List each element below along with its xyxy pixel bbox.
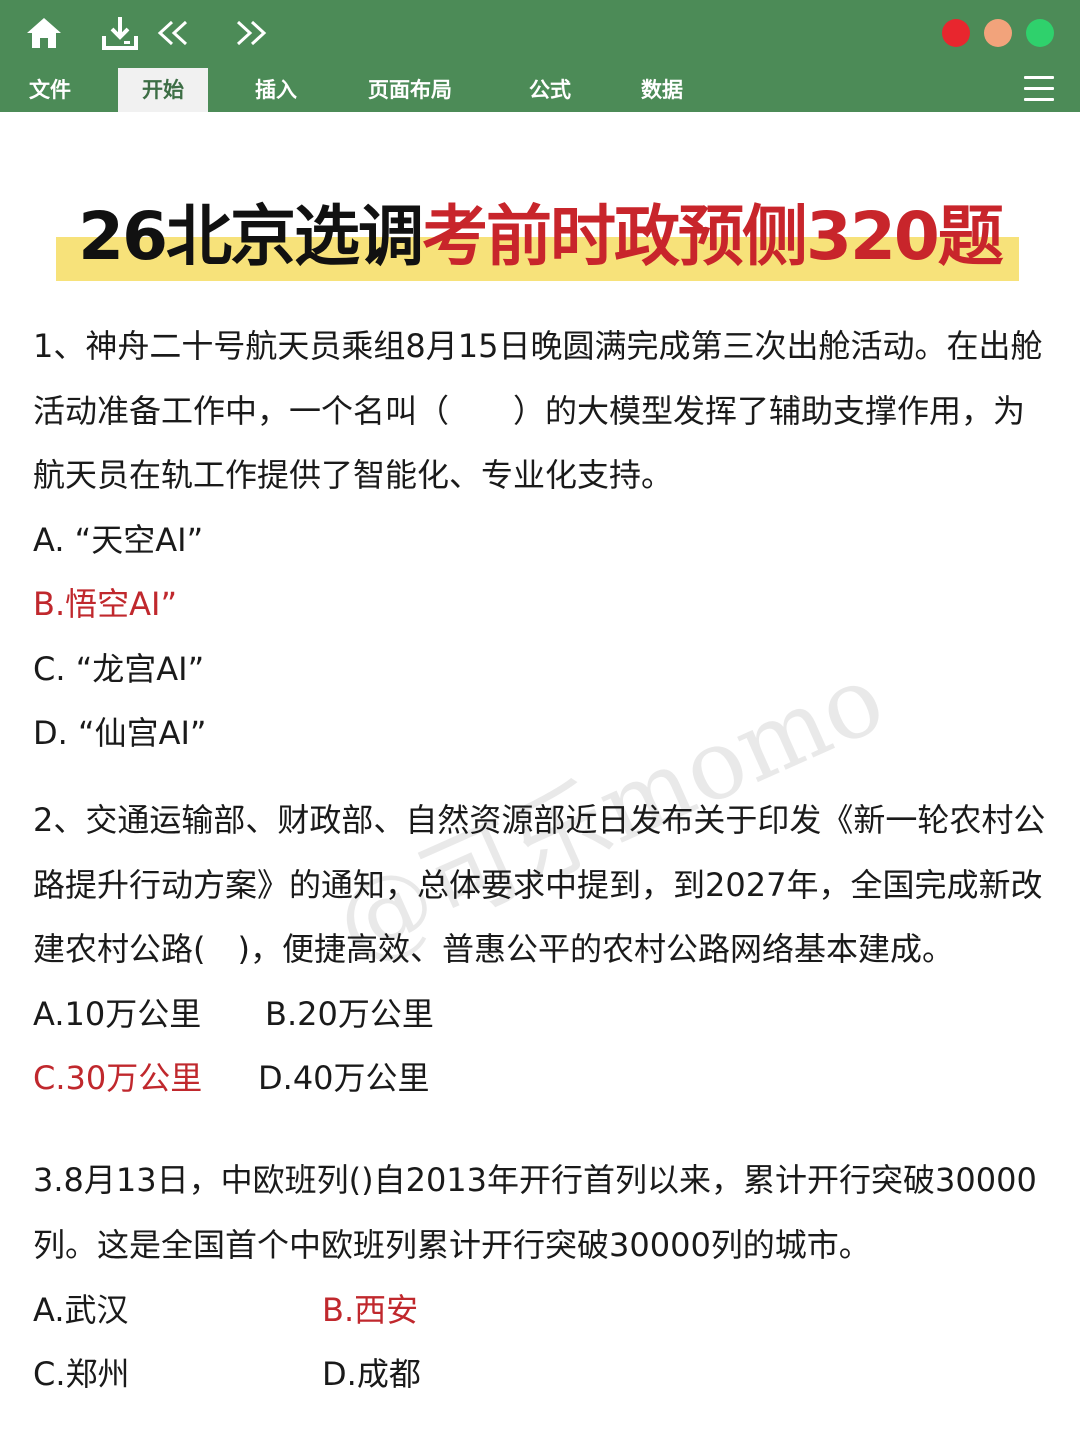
- question-1-option-d: D. “仙宫AI”: [33, 714, 207, 752]
- tab-page-layout[interactable]: 页面布局: [355, 68, 465, 112]
- forward-icon[interactable]: [228, 14, 272, 52]
- hamburger-menu-icon[interactable]: [1024, 76, 1054, 104]
- question-1-stem: 1、神舟二十号航天员乘组8月15日晚圆满完成第三次出舱活动。在出舱活动准备工作中…: [33, 327, 1043, 494]
- download-icon[interactable]: [100, 14, 140, 52]
- question-1-option-a: A. “天空AI”: [33, 521, 204, 559]
- question-2-stem: 2、交通运输部、财政部、自然资源部近日发布关于印发《新一轮农村公路提升行动方案》…: [33, 801, 1046, 968]
- title-part-red: 考前时政预侧320题: [422, 198, 1004, 275]
- tab-data[interactable]: 数据: [622, 68, 702, 112]
- title-part-black: 26北京选调: [78, 198, 424, 275]
- ribbon-tabs: 文件 开始 插入 页面布局 公式 数据: [0, 68, 1080, 112]
- question-3-option-b: B.西安: [322, 1291, 419, 1329]
- tab-file[interactable]: 文件: [10, 68, 90, 112]
- back-icon[interactable]: [152, 14, 196, 52]
- page-title: 26北京选调考前时政预侧320题: [0, 183, 1080, 279]
- question-2-option-d: D.40万公里: [258, 1059, 430, 1097]
- tab-formulas[interactable]: 公式: [510, 68, 590, 112]
- question-1-option-c: C. “龙宫AI”: [33, 650, 205, 688]
- minimize-dot[interactable]: [984, 19, 1012, 47]
- quick-access-bar: [0, 0, 1080, 68]
- question-3-option-a: A.武汉: [33, 1291, 129, 1329]
- ribbon-toolbar: 文件 开始 插入 页面布局 公式 数据: [0, 0, 1080, 112]
- tab-insert[interactable]: 插入: [236, 68, 316, 112]
- question-2-option-c: C.30万公里: [33, 1059, 203, 1097]
- question-1-option-b: B.悟空AI”: [33, 585, 178, 623]
- document-title: 26北京选调考前时政预侧320题: [0, 175, 1080, 285]
- maximize-dot[interactable]: [1026, 19, 1054, 47]
- close-dot[interactable]: [942, 19, 970, 47]
- question-3-option-c: C.郑州: [33, 1355, 130, 1393]
- question-3-option-d: D.成都: [322, 1355, 421, 1393]
- tab-home[interactable]: 开始: [118, 68, 208, 112]
- question-2-option-a: A.10万公里: [33, 995, 202, 1033]
- question-3-stem: 3.8月13日，中欧班列()自2013年开行首列以来，累计开行突破30000列。…: [33, 1161, 1037, 1264]
- question-2-option-b: B.20万公里: [265, 995, 434, 1033]
- home-icon[interactable]: [24, 14, 64, 52]
